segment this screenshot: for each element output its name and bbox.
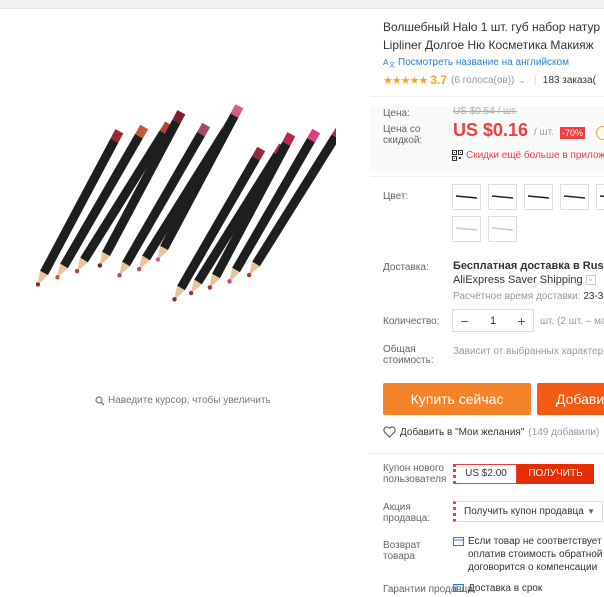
buy-now-button[interactable]: Купить сейчас: [383, 383, 531, 415]
title-line-1: Волшебный Halo 1 шт. губ набор натур: [383, 20, 601, 34]
seller-promo-label: Акция продавца:: [383, 502, 430, 524]
discount-price-label-line2: скидкой:: [383, 135, 423, 146]
top-strip: [0, 0, 604, 9]
heart-icon: [383, 426, 396, 438]
pencil-thumbnail-icon: [599, 195, 604, 198]
color-swatch[interactable]: [452, 216, 481, 242]
wishlist-text[interactable]: Добавить в "Мои желания": [400, 427, 524, 438]
divider-bar: |: [533, 74, 537, 86]
returns-label-line1: Возврат: [383, 540, 421, 551]
promo-label-line2: продавца:: [383, 513, 431, 524]
seller-coupon-select-text[interactable]: Получить купон продавца: [464, 506, 584, 517]
current-price: US $0.16: [453, 120, 529, 140]
returns-line-2: оплатив стоимость обратной: [468, 549, 603, 560]
orders-count: 183 заказа(: [542, 74, 596, 86]
info-circle-icon[interactable]: [596, 126, 604, 140]
product-title: Волшебный Halo 1 шт. губ набор натур Lip…: [383, 18, 604, 54]
returns-line-3: договорится о компенсации: [468, 562, 598, 573]
total-label-line1: Общая: [383, 344, 416, 355]
guarantee-text: Доставка в срок: [453, 583, 542, 594]
app-promo-text[interactable]: Скидки ещё больше в прилож: [466, 150, 604, 161]
color-label: Цвет:: [383, 191, 409, 202]
old-price: US $0.54 / шт.: [453, 106, 518, 117]
shipping-method-text[interactable]: AliExpress Saver Shipping: [453, 274, 583, 286]
pencil-thumbnail-icon: [527, 195, 550, 199]
color-swatch[interactable]: [596, 184, 604, 210]
quantity-note: шт. (2 шт. – ма: [540, 316, 604, 327]
rating-stars-icon: ★★★★★: [383, 74, 428, 87]
divider: [370, 176, 604, 177]
guarantee-text-value: Доставка в срок: [468, 583, 543, 594]
total-label-line2: стоимость:: [383, 355, 434, 366]
chevron-down-icon[interactable]: ⌄: [585, 275, 596, 285]
pencil-thumbnail-icon: [455, 227, 478, 231]
color-swatch[interactable]: [488, 216, 517, 242]
get-coupon-button[interactable]: ПОЛУЧИТЬ: [517, 464, 594, 484]
price-unit: / шт.: [534, 127, 554, 138]
qr-code-icon: [452, 150, 463, 161]
pencil-thumbnail-icon: [455, 195, 478, 199]
coupon-value: US $2.00: [453, 464, 517, 484]
caret-down-icon[interactable]: ▼: [587, 502, 595, 521]
app-promo[interactable]: Скидки ещё больше в прилож: [452, 150, 604, 161]
discount-badge: -70%: [560, 127, 586, 139]
zoom-hint: Наведите курсор, чтобы увеличить: [95, 395, 271, 406]
wishlist-count: (149 добавили): [528, 426, 600, 438]
total-label: Общая стоимость:: [383, 344, 434, 366]
returns-label: Возврат товара: [383, 540, 421, 562]
title-line-2: Lipliner Долгое Ню Косметика Макияж: [383, 38, 594, 52]
pencil-thumbnail-icon: [491, 227, 514, 231]
zoom-hint-text: Наведите курсор, чтобы увеличить: [108, 395, 271, 406]
free-shipping-text: Бесплатная доставка в Russian: [453, 260, 604, 272]
price-block: Цена: US $0.54 / шт. Цена со скидкой: US…: [370, 106, 604, 172]
translate-link-text[interactable]: Посмотреть название на английском: [398, 57, 569, 68]
seller-coupon-select[interactable]: Получить купон продавца ▼: [453, 501, 603, 522]
product-info: Волшебный Halo 1 шт. губ набор натур Lip…: [370, 10, 604, 597]
shipping-method-select[interactable]: AliExpress Saver Shipping ⌄: [453, 274, 596, 286]
returns-line-1: Если товар не соответствует о: [468, 536, 604, 547]
lip-pencils-photo[interactable]: [36, 68, 336, 368]
delivery-time-label: Расчётное время доставки:: [453, 291, 581, 302]
divider: [370, 453, 604, 454]
color-swatch[interactable]: [560, 184, 589, 210]
quantity-plus-button[interactable]: +: [510, 313, 533, 329]
magnifier-icon: [95, 395, 105, 405]
pencil-thumbnail-icon: [491, 195, 514, 199]
pencil-thumbnail-icon: [563, 195, 586, 199]
quantity-input[interactable]: 1: [476, 315, 510, 327]
color-swatch[interactable]: [524, 184, 553, 210]
color-swatch[interactable]: [452, 184, 481, 210]
discount-price-label: Цена со скидкой:: [383, 124, 422, 146]
discount-price-label-line1: Цена со: [383, 124, 421, 135]
product-gallery: Наведите курсор, чтобы увеличить: [0, 10, 370, 597]
svg-text:文: 文: [389, 61, 395, 68]
wishlist-button[interactable]: Добавить в "Мои желания" (149 добавили): [383, 426, 599, 438]
coupon-label-line1: Купон нового: [383, 463, 444, 474]
add-to-cart-button[interactable]: Добавить: [537, 383, 604, 415]
translate-icon: A文: [383, 58, 395, 68]
price-label: Цена:: [383, 108, 410, 119]
quantity-minus-button[interactable]: −: [453, 313, 476, 329]
returns-label-line2: товара: [383, 551, 415, 562]
votes-link[interactable]: (6 голоса(ов)): [451, 75, 514, 86]
promo-label-line1: Акция: [383, 502, 411, 513]
translate-link[interactable]: A文 Посмотреть название на английском: [383, 57, 569, 68]
quantity-label: Количество:: [383, 316, 440, 327]
delivery-time-value: 23-3: [583, 291, 604, 302]
returns-text: Если товар не соответствует о оплатив ст…: [453, 535, 604, 574]
new-user-coupon-label: Купон нового пользователя: [383, 463, 446, 485]
chevron-down-icon[interactable]: ⌄: [518, 75, 526, 86]
divider: [370, 96, 604, 97]
total-note: Зависит от выбранных характер: [453, 346, 604, 357]
rating-row: ★★★★★ 3.7 (6 голоса(ов)) ⌄ | 183 заказа(: [383, 73, 596, 87]
color-swatch[interactable]: [488, 184, 517, 210]
card-icon: [453, 537, 464, 546]
delivery-time: Расчётное время доставки: 23-3: [453, 291, 603, 302]
rating-value: 3.7: [430, 73, 447, 87]
quantity-stepper: − 1 +: [452, 309, 534, 332]
delivery-label: Доставка:: [383, 262, 429, 273]
delivery-truck-icon: [453, 584, 464, 592]
coupon-label-line2: пользователя: [383, 474, 447, 485]
